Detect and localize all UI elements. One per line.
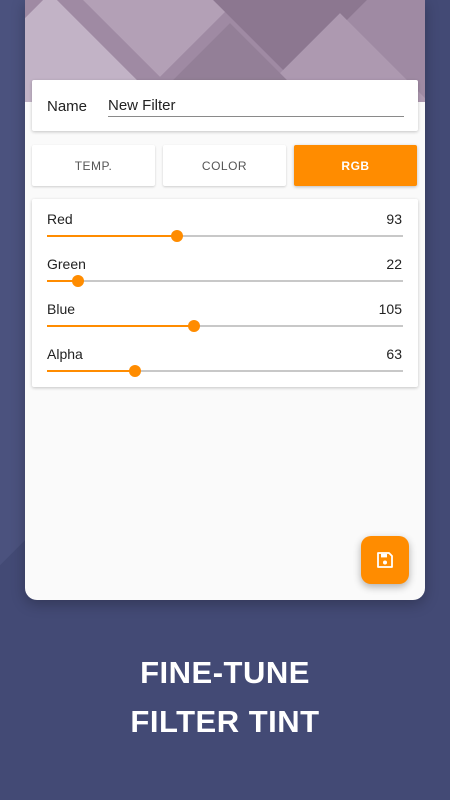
slider-value: 22 [386,256,402,272]
slider-value: 105 [378,301,402,317]
slider-thumb[interactable] [170,230,183,242]
save-button[interactable] [361,536,409,584]
name-card: Name [32,80,418,131]
slider-fill [47,325,194,327]
tab-rgb[interactable]: RGB [294,145,417,186]
slider-row-red: Red 93 [32,199,418,244]
slider-label: Red [47,211,73,227]
slider-row-green: Green 22 [32,244,418,289]
slider-value: 93 [386,211,402,227]
headline-line-2: FILTER TINT [130,704,320,739]
name-input[interactable] [108,94,404,117]
slider-value: 63 [386,346,402,362]
tab-temp[interactable]: TEMP. [32,145,155,186]
slider-label: Green [47,256,86,272]
slider-label: Blue [47,301,76,317]
slider-fill [47,235,177,237]
rgb-sliders-card: Red 93 Green 22 Blue 105 Alpha 63 [32,199,418,387]
headline-line-1: FINE-TUNE [140,655,310,690]
tab-color[interactable]: COLOR [163,145,286,186]
slider-row-blue: Blue 105 [32,289,418,334]
blue-slider[interactable] [47,320,403,332]
slider-row-alpha: Alpha 63 [32,334,418,379]
name-label: Name [47,98,88,115]
slider-thumb[interactable] [128,365,141,377]
slider-thumb[interactable] [187,320,200,332]
slider-thumb[interactable] [71,275,84,287]
slider-label: Alpha [47,346,83,362]
save-icon [377,552,393,568]
slider-fill [47,370,135,372]
red-slider[interactable] [47,230,403,242]
green-slider[interactable] [47,275,403,287]
alpha-slider[interactable] [47,365,403,377]
phone-screen: Name TEMP. COLOR RGB Red 93 Green 22 Blu… [25,0,425,600]
